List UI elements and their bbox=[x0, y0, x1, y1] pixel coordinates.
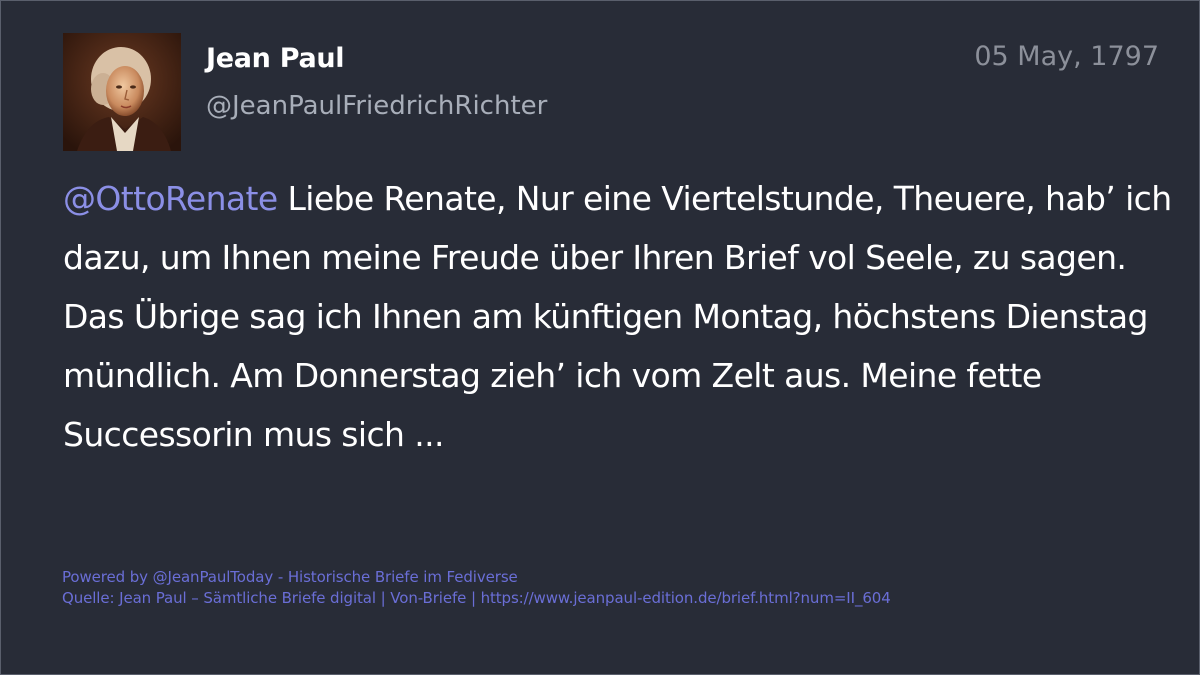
portrait-avatar-icon bbox=[63, 33, 181, 151]
post-content: @OttoRenate Liebe Renate, Nur eine Viert… bbox=[63, 169, 1193, 464]
mention-link[interactable]: @OttoRenate bbox=[63, 179, 278, 218]
avatar[interactable] bbox=[63, 33, 181, 151]
footer: Powered by @JeanPaulToday - Historische … bbox=[62, 567, 891, 609]
display-name[interactable]: Jean Paul bbox=[206, 43, 345, 74]
post-card: Jean Paul @JeanPaulFriedrichRichter 05 M… bbox=[0, 0, 1200, 675]
post-date: 05 May, 1797 bbox=[974, 41, 1159, 72]
source-text: Quelle: Jean Paul – Sämtliche Briefe dig… bbox=[62, 589, 891, 607]
post-body-text: Liebe Renate, Nur eine Viertelstunde, Th… bbox=[63, 179, 1172, 454]
user-handle[interactable]: @JeanPaulFriedrichRichter bbox=[206, 91, 547, 121]
powered-by-text: Powered by @JeanPaulToday - Historische … bbox=[62, 568, 518, 586]
